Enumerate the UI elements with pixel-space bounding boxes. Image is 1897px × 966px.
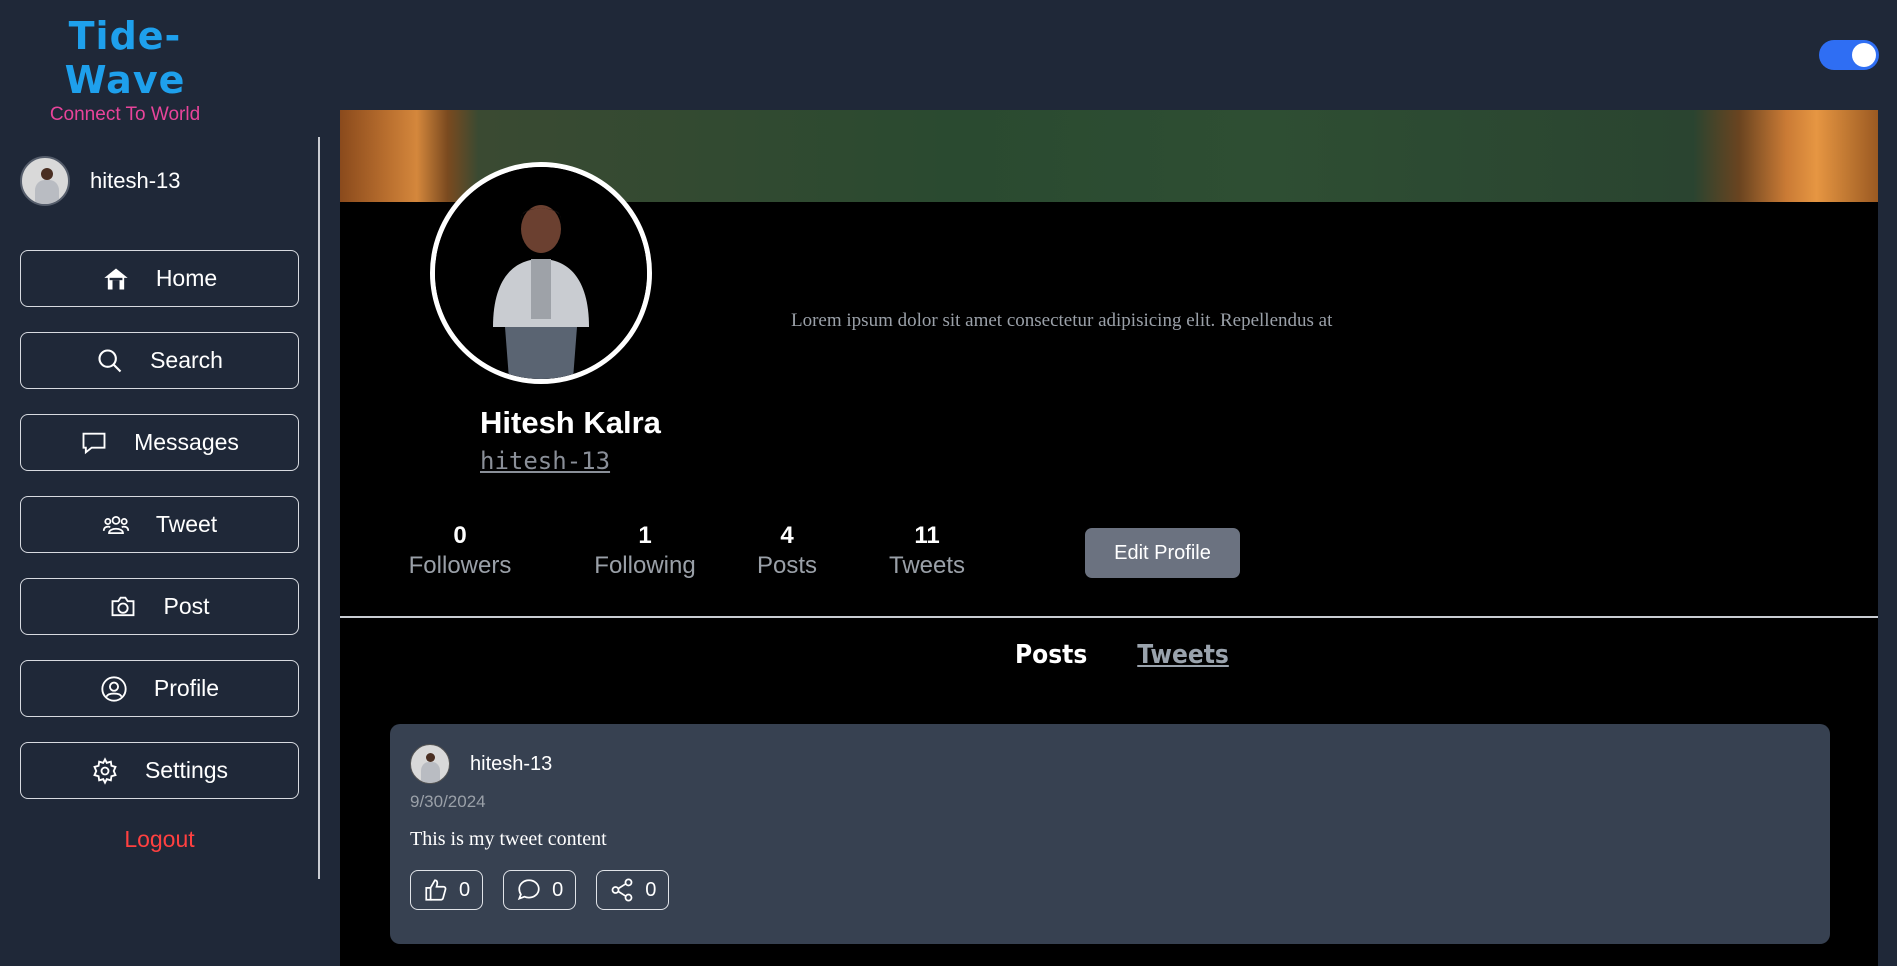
tab-posts[interactable]: Posts <box>1015 640 1087 670</box>
person-photo <box>435 167 647 379</box>
home-icon <box>104 268 128 289</box>
avatar <box>20 156 70 206</box>
stat-tweets[interactable]: 11 Tweets <box>882 522 972 580</box>
sidebar-nav: Home Search Messages Tweet Post Profile … <box>20 250 299 824</box>
sidebar-username: hitesh-13 <box>90 168 181 193</box>
sidebar-user[interactable]: hitesh-13 <box>20 156 181 206</box>
logout-link[interactable]: Logout <box>20 826 299 853</box>
tweet-header: hitesh-13 <box>410 744 552 784</box>
profile-handle[interactable]: hitesh-13 <box>480 447 610 475</box>
tweet-content: This is my tweet content <box>410 828 607 850</box>
toggle-knob <box>1852 43 1876 67</box>
brand-title: Tide-Wave <box>64 14 186 102</box>
profile-avatar <box>430 162 652 384</box>
users-icon <box>102 515 129 534</box>
stat-value: 4 <box>780 522 794 549</box>
camera-icon <box>112 596 135 616</box>
tweet-date: 9/30/2024 <box>410 792 486 811</box>
sidebar-item-tweet[interactable]: Tweet <box>20 496 299 553</box>
theme-toggle[interactable] <box>1819 40 1879 70</box>
sidebar-item-label: Messages <box>134 429 239 455</box>
gear-icon <box>93 756 117 785</box>
search-icon <box>98 348 122 372</box>
avatar[interactable] <box>410 744 450 784</box>
sidebar-item-label: Post <box>163 593 210 619</box>
share-button[interactable]: 0 <box>596 870 670 910</box>
like-count: 0 <box>459 878 471 901</box>
sidebar-item-label: Home <box>155 265 218 291</box>
sidebar-item-search[interactable]: Search <box>20 332 299 389</box>
like-button[interactable]: 0 <box>410 870 484 910</box>
stat-label: Followers <box>408 552 512 579</box>
sidebar: hitesh-13 Home Search Messages Tweet Pos… <box>0 110 320 966</box>
stat-value: 11 <box>914 522 940 549</box>
tweet-actions: 0 0 0 <box>410 870 689 910</box>
sidebar-item-settings[interactable]: Settings <box>20 742 299 799</box>
profile-main: Lorem ipsum dolor sit amet consectetur a… <box>340 110 1878 966</box>
stat-followers[interactable]: 0 Followers <box>400 522 520 580</box>
content-tabs: Posts Tweets <box>1015 640 1279 670</box>
stat-following[interactable]: 1 Following <box>585 522 705 580</box>
comment-button[interactable]: 0 <box>503 870 577 910</box>
tweet-card: hitesh-13 9/30/2024 This is my tweet con… <box>390 724 1830 944</box>
share-count: 0 <box>645 878 657 901</box>
profile-bio: Lorem ipsum dolor sit amet consectetur a… <box>791 310 1333 331</box>
sidebar-item-profile[interactable]: Profile <box>20 660 299 717</box>
stat-label: Posts <box>756 552 818 579</box>
stat-value: 1 <box>638 522 652 549</box>
user-circle-icon <box>101 675 127 702</box>
tweet-username[interactable]: hitesh-13 <box>470 753 552 776</box>
edit-profile-button[interactable]: Edit Profile <box>1085 528 1240 578</box>
sidebar-item-messages[interactable]: Messages <box>20 414 299 471</box>
share-icon <box>611 878 633 902</box>
sidebar-item-label: Settings <box>144 757 229 783</box>
profile-stats: 0 Followers 1 Following 4 Posts 11 Tweet… <box>400 522 972 580</box>
comment-icon <box>517 879 540 901</box>
tab-tweets[interactable]: Tweets <box>1137 640 1229 670</box>
stat-value: 0 <box>453 522 467 549</box>
stat-label: Following <box>594 552 696 579</box>
stat-label: Tweets <box>888 552 966 579</box>
profile-full-name: Hitesh Kalra <box>480 405 661 440</box>
sidebar-item-label: Search <box>150 347 223 373</box>
message-icon <box>82 432 106 454</box>
stat-posts[interactable]: 4 Posts <box>747 522 827 580</box>
comment-count: 0 <box>552 878 564 901</box>
thumbs-up-icon <box>425 879 447 901</box>
sidebar-item-post[interactable]: Post <box>20 578 299 635</box>
profile-divider <box>340 616 1878 618</box>
sidebar-item-label: Profile <box>153 675 220 701</box>
sidebar-item-home[interactable]: Home <box>20 250 299 307</box>
sidebar-item-label: Tweet <box>155 511 218 537</box>
sidebar-divider <box>318 137 320 879</box>
